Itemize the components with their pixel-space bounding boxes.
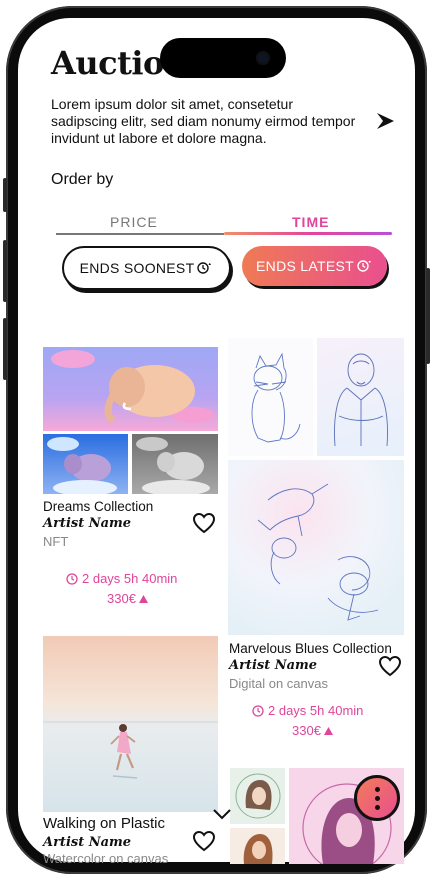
bid-up-icon bbox=[323, 726, 333, 735]
clock-icon bbox=[66, 572, 78, 585]
clock-icon bbox=[252, 704, 264, 717]
more-options-button[interactable] bbox=[354, 775, 400, 821]
mute-switch bbox=[3, 178, 7, 212]
tab-underline-active bbox=[224, 232, 392, 235]
page-title: Auctio bbox=[51, 44, 164, 82]
ends-soonest-label: ENDS SOONEST bbox=[79, 260, 195, 276]
item-type: NFT bbox=[43, 534, 69, 549]
ends-soonest-button[interactable]: ENDS SOONEST bbox=[62, 246, 231, 290]
artwork-portrait-warm[interactable] bbox=[230, 828, 285, 864]
price-value: 330€ bbox=[292, 723, 321, 738]
heart-icon[interactable] bbox=[192, 512, 216, 534]
camera-icon bbox=[256, 51, 270, 65]
chevron-down-icon[interactable] bbox=[212, 808, 232, 820]
order-by-label: Order by bbox=[51, 171, 114, 188]
item-timer: 2 days 5h 40min bbox=[66, 571, 177, 586]
power-button bbox=[426, 268, 430, 364]
man-sketch-illustration bbox=[334, 353, 388, 447]
item-price: 330€ bbox=[292, 723, 333, 738]
item-type: Watercolor on canvas bbox=[43, 851, 169, 866]
ends-latest-button[interactable]: ENDS LATEST bbox=[242, 246, 387, 286]
volume-down-button bbox=[3, 318, 7, 380]
artwork-man-sketch[interactable] bbox=[317, 338, 404, 456]
price-value: 330€ bbox=[107, 591, 136, 606]
tab-price[interactable]: PRICE bbox=[110, 214, 158, 230]
elephant-illustration bbox=[51, 350, 215, 424]
elephant-gray-illustration bbox=[136, 437, 210, 494]
walking-woman-illustration bbox=[43, 721, 218, 779]
item-title[interactable]: Marvelous Blues Collection bbox=[229, 641, 392, 656]
intro-text: Lorem ipsum dolor sit amet, consetetur s… bbox=[51, 96, 356, 146]
tab-underline-inactive bbox=[56, 233, 224, 235]
artwork-falling-sketch[interactable] bbox=[228, 460, 404, 635]
elephant-blue-illustration bbox=[47, 437, 117, 494]
item-artist[interactable]: Artist Name bbox=[43, 835, 131, 850]
item-type: Digital on canvas bbox=[229, 676, 328, 691]
clock-down-icon bbox=[357, 260, 371, 272]
artwork-elephant-blue[interactable] bbox=[43, 434, 128, 494]
heart-icon[interactable] bbox=[192, 830, 216, 852]
chevron-right-icon[interactable] bbox=[375, 112, 395, 130]
heart-icon[interactable] bbox=[378, 655, 402, 677]
artwork-portrait-green[interactable] bbox=[230, 768, 285, 824]
dot-icon bbox=[374, 786, 380, 792]
item-artist[interactable]: Artist Name bbox=[229, 658, 317, 673]
portrait-green-illustration bbox=[235, 773, 281, 819]
dot-icon bbox=[374, 804, 380, 810]
volume-up-button bbox=[3, 240, 7, 302]
time-left: 2 days 5h 40min bbox=[268, 703, 364, 718]
time-left: 2 days 5h 40min bbox=[82, 571, 178, 586]
item-title[interactable]: Dreams Collection bbox=[43, 499, 153, 514]
ends-latest-label: ENDS LATEST bbox=[256, 258, 354, 274]
portrait-warm-illustration bbox=[243, 834, 273, 864]
dot-icon bbox=[374, 795, 380, 801]
artwork-elephant-gray[interactable] bbox=[132, 434, 218, 494]
bid-up-icon bbox=[138, 594, 148, 603]
tab-time[interactable]: TIME bbox=[292, 214, 329, 230]
clock-up-icon bbox=[197, 262, 212, 274]
item-title[interactable]: Walking on Plastic bbox=[43, 815, 165, 832]
artwork-walking[interactable] bbox=[43, 636, 218, 812]
artwork-elephant-main[interactable] bbox=[43, 347, 218, 431]
item-price: 330€ bbox=[107, 591, 148, 606]
artwork-cat-sketch[interactable] bbox=[228, 338, 313, 456]
item-timer: 2 days 5h 40min bbox=[252, 703, 363, 718]
falling-figures-illustration bbox=[257, 483, 379, 621]
item-artist[interactable]: Artist Name bbox=[43, 516, 131, 531]
cat-sketch-illustration bbox=[251, 352, 301, 443]
dynamic-island bbox=[160, 38, 286, 78]
